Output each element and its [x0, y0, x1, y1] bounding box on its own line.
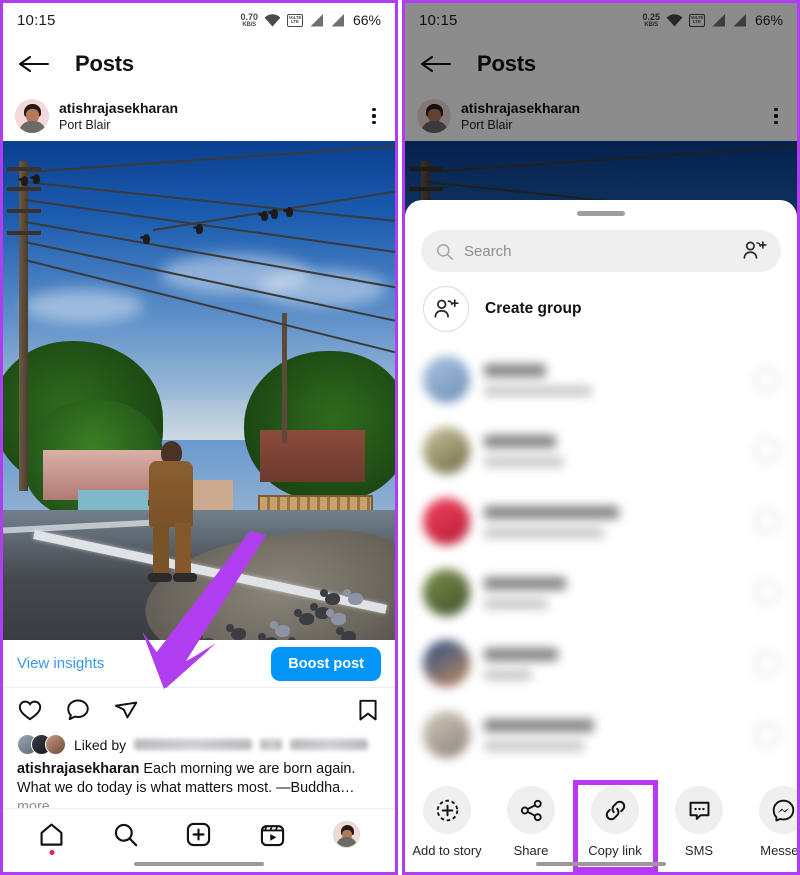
post-photo[interactable] — [3, 141, 395, 640]
post-actions — [3, 688, 395, 732]
liked-by-row: Liked by — [3, 732, 395, 755]
insights-row: View insights Boost post — [3, 640, 395, 688]
network-speed: 0.70 KB/S — [240, 11, 258, 28]
add-to-story-icon — [423, 786, 471, 834]
post-username[interactable]: atishrajasekharan — [59, 100, 178, 116]
liked-by-name-blurred — [134, 739, 253, 750]
list-item[interactable] — [405, 628, 797, 699]
share-action-label: Add to story — [412, 843, 482, 858]
view-insights-link[interactable]: View insights — [17, 655, 104, 672]
nav-home[interactable] — [38, 821, 65, 855]
share-action-copy-link[interactable]: Copy link — [573, 786, 657, 858]
select-toggle[interactable] — [754, 722, 779, 747]
list-item[interactable] — [405, 699, 797, 770]
avatar — [423, 640, 470, 687]
share-action-label: Share — [513, 843, 549, 858]
share-bottom-sheet: Search Create group Add to story Share C… — [405, 200, 797, 872]
link-chain-icon — [591, 786, 639, 834]
avatar — [423, 498, 470, 545]
paper-plane-share-icon[interactable] — [113, 697, 139, 723]
liked-by-and-blurred — [260, 739, 283, 750]
search-placeholder: Search — [464, 242, 512, 260]
back-arrow-icon[interactable] — [17, 50, 51, 78]
select-toggle[interactable] — [754, 580, 779, 605]
add-group-icon — [423, 286, 469, 332]
list-item[interactable] — [405, 415, 797, 486]
liked-by-facepile — [17, 734, 66, 755]
screenshot-root: 10:15 0.70 KB/S VoLTE LTE 66% Posts atis… — [0, 0, 800, 875]
home-icon — [40, 823, 63, 846]
share-action-messenger[interactable]: Messen — [741, 786, 797, 858]
volte-icon: VoLTE LTE — [286, 13, 303, 27]
search-icon — [436, 243, 453, 260]
liked-by-label: Liked by — [74, 736, 127, 753]
post-header: atishrajasekharan Port Blair — [3, 91, 395, 141]
bottom-navigation — [3, 808, 395, 872]
avatar — [423, 711, 470, 758]
add-group-icon[interactable] — [743, 240, 767, 262]
boost-post-button[interactable]: Boost post — [271, 646, 381, 681]
more-options-icon[interactable] — [363, 102, 385, 130]
bookmark-icon[interactable] — [355, 697, 381, 723]
list-item[interactable] — [405, 557, 797, 628]
select-toggle[interactable] — [754, 438, 779, 463]
avatar[interactable] — [15, 99, 49, 133]
right-phone-screen: 10:15 0.25 KB/S VoLTE LTE 66% Posts atis… — [402, 0, 800, 875]
battery-percent: 66% — [352, 12, 381, 28]
system-home-indicator — [134, 861, 264, 866]
select-toggle[interactable] — [754, 509, 779, 534]
network-speed-value: 0.70 — [240, 11, 258, 22]
select-toggle[interactable] — [754, 367, 779, 392]
avatar — [423, 427, 470, 474]
heart-icon[interactable] — [17, 697, 43, 723]
share-action-label: Messen — [760, 843, 797, 858]
status-bar: 10:15 0.70 KB/S VoLTE LTE 66% — [3, 3, 395, 37]
notification-dot — [49, 850, 55, 855]
avatar — [423, 356, 470, 403]
app-bar: Posts — [3, 37, 395, 91]
contact-list[interactable] — [405, 342, 797, 772]
comment-bubble-icon[interactable] — [65, 697, 91, 723]
liked-by-others-blurred — [290, 739, 369, 750]
messenger-icon — [759, 786, 797, 834]
reels-icon[interactable] — [259, 821, 286, 848]
network-speed-unit: KB/S — [242, 21, 256, 28]
avatar — [423, 569, 470, 616]
status-time: 10:15 — [17, 11, 56, 29]
search-input[interactable]: Search — [421, 230, 781, 272]
search-icon[interactable] — [112, 821, 139, 848]
share-action-sms[interactable]: SMS — [657, 786, 741, 858]
wifi-icon — [264, 13, 281, 26]
select-toggle[interactable] — [754, 651, 779, 676]
share-node-icon — [507, 786, 555, 834]
page-title: Posts — [75, 51, 134, 76]
left-phone-screen: 10:15 0.70 KB/S VoLTE LTE 66% Posts atis… — [0, 0, 398, 875]
plus-square-create-icon[interactable] — [185, 821, 212, 848]
create-group-row[interactable]: Create group — [405, 272, 797, 342]
caption-ellipsis: … — [340, 780, 355, 797]
create-group-label: Create group — [485, 300, 582, 317]
share-action-add-to-story[interactable]: Add to story — [405, 786, 489, 858]
signal-bars-icon — [310, 13, 323, 26]
share-action-label: SMS — [684, 843, 714, 858]
list-item[interactable] — [405, 344, 797, 415]
list-item[interactable] — [405, 486, 797, 557]
profile-avatar-icon[interactable] — [332, 821, 360, 848]
drag-handle[interactable] — [577, 211, 625, 216]
search-area: Search — [421, 230, 781, 272]
system-home-indicator — [536, 861, 666, 866]
share-action-label: Copy link — [588, 843, 642, 858]
utility-pole — [7, 161, 41, 491]
share-actions-row: Add to story Share Copy link SMS Mess — [405, 772, 797, 872]
caption-username[interactable]: atishrajasekharan — [17, 761, 139, 777]
signal-bars-icon-2 — [331, 13, 344, 26]
avatar — [45, 734, 66, 755]
post-location[interactable]: Port Blair — [59, 118, 178, 132]
share-action-share[interactable]: Share — [489, 786, 573, 858]
volte-label-2: LTE — [291, 19, 299, 24]
sms-bubble-icon — [675, 786, 723, 834]
